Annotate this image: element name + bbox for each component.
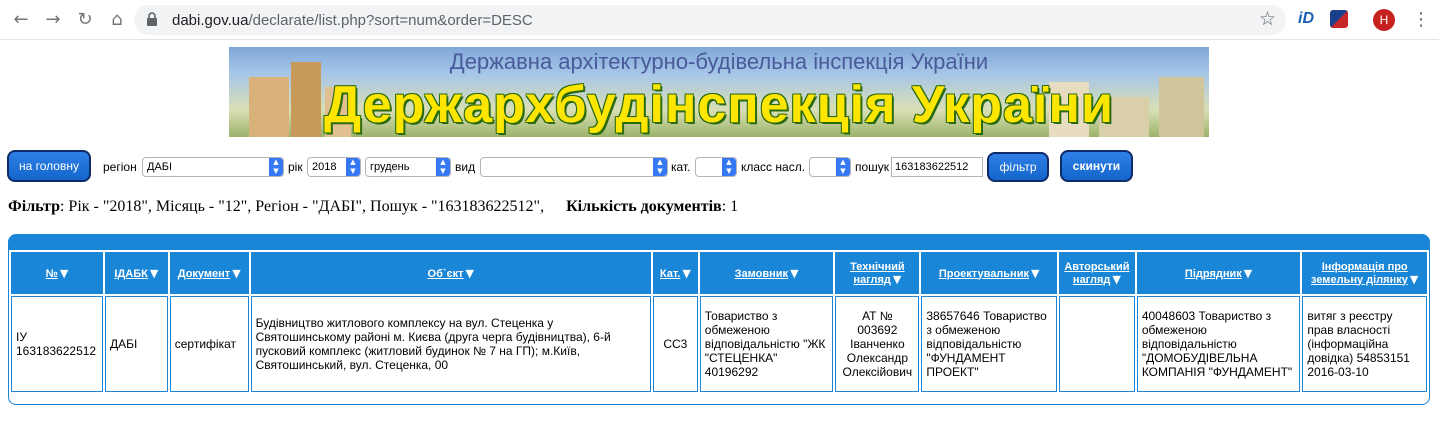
- url-text: dabi.gov.ua/declarate/list.php?sort=num&…: [172, 12, 533, 29]
- cell-num: ІУ 163183622512: [11, 296, 103, 392]
- chevron-updown-icon: ▲ ▼: [653, 158, 667, 176]
- reload-icon[interactable]: ↻: [74, 9, 96, 31]
- menu-dots-icon[interactable]: ⋮: [1412, 9, 1430, 31]
- sort-down-icon: ▼: [465, 266, 474, 280]
- column-header-tech-supervision[interactable]: Технічний нагляд ▼: [835, 252, 920, 294]
- banner-title: Держархбудінспекція України: [324, 76, 1114, 134]
- cell-category: СС3: [652, 296, 698, 392]
- column-header-category[interactable]: Кат. ▼: [652, 252, 698, 294]
- chevron-updown-icon: ▲ ▼: [836, 158, 850, 176]
- sort-down-icon: ▼: [790, 266, 799, 280]
- sort-down-icon: ▼: [59, 266, 69, 280]
- region-select[interactable]: ДАБІ ▲ ▼: [142, 157, 284, 177]
- cell-designer: 38657646 Товариство з обмеженою відповід…: [921, 296, 1057, 392]
- home-button[interactable]: на головну: [7, 150, 91, 182]
- column-header-land-info[interactable]: Інформація про земельну ділянку ▼: [1302, 252, 1427, 294]
- declarations-table: № ▼ ІДАБК ▼ Документ ▼ Об`єкт ▼ Кат. ▼ Замовн…: [8, 250, 1430, 394]
- chevron-updown-icon: ▲ ▼: [436, 158, 450, 176]
- sort-down-icon: ▼: [1409, 272, 1419, 286]
- cat-label: кат.: [671, 160, 691, 174]
- reset-button[interactable]: скинути: [1060, 150, 1133, 182]
- sort-down-icon: ▼: [892, 272, 902, 286]
- year-select[interactable]: 2018 ▲ ▼: [307, 157, 361, 177]
- column-header-author-supervision[interactable]: Авторський нагляд ▼: [1058, 252, 1135, 294]
- banner-subtitle: Державна архітектурно-будівельна інспекц…: [449, 49, 989, 74]
- month-value: грудень: [370, 161, 410, 173]
- chevron-updown-icon: ▲ ▼: [269, 158, 283, 176]
- table-row: ІУ 163183622512 ДАБІ сертифікат Будівниц…: [11, 296, 1427, 392]
- address-bar[interactable]: dabi.gov.ua/declarate/list.php?sort=num&…: [134, 5, 1286, 35]
- table-bottom-border: [8, 392, 1430, 405]
- column-header-object[interactable]: Об`єкт ▼: [250, 252, 651, 294]
- home-icon[interactable]: ⌂: [106, 9, 128, 31]
- column-header-document[interactable]: Документ ▼: [169, 252, 249, 294]
- star-icon[interactable]: ☆: [1259, 8, 1276, 30]
- back-arrow-icon[interactable]: ←: [10, 9, 32, 31]
- chevron-updown-icon: ▲ ▼: [722, 158, 736, 176]
- document-count-value: : 1: [721, 198, 739, 215]
- column-header-customer[interactable]: Замовник ▼: [699, 252, 834, 294]
- search-input[interactable]: 163183622512: [891, 157, 983, 177]
- year-label: рік: [288, 160, 303, 174]
- cell-contractor: 40048603 Товариство з обмеженою відповід…: [1136, 296, 1301, 392]
- chevron-updown-icon: ▲ ▼: [346, 158, 360, 176]
- cat-select[interactable]: ▲ ▼: [695, 157, 737, 177]
- column-header-contractor[interactable]: Підрядник ▼: [1136, 252, 1301, 294]
- cell-land-info: витяг з реєстру прав власності (інформац…: [1302, 296, 1427, 392]
- sort-down-icon: ▼: [149, 266, 159, 280]
- cell-object: Будівництво житлового комплексу на вул. …: [250, 296, 651, 392]
- filter-summary-label: Фільтр: [8, 198, 60, 215]
- avatar[interactable]: H: [1373, 9, 1395, 31]
- cell-customer: Товариство з обмеженою відповідальністю …: [699, 296, 834, 392]
- forward-arrow-icon[interactable]: →: [42, 9, 64, 31]
- search-label: пошук: [855, 160, 890, 174]
- month-select[interactable]: грудень ▲ ▼: [365, 157, 451, 177]
- sort-down-icon: ▼: [1030, 266, 1040, 280]
- cell-author-supervision: [1058, 296, 1135, 392]
- site-banner: Державна архітектурно-будівельна інспекц…: [229, 47, 1209, 137]
- filter-summary: Фільтр: Рік - "2018", Місяць - "12", Рег…: [8, 198, 738, 216]
- extension-id-icon[interactable]: iD: [1298, 10, 1314, 28]
- cell-document: сертифікат: [169, 296, 249, 392]
- column-header-idabk[interactable]: ІДАБК ▼: [104, 252, 168, 294]
- table-header-row: № ▼ ІДАБК ▼ Документ ▼ Об`єкт ▼ Кат. ▼ Замовн…: [11, 252, 1427, 294]
- sort-down-icon: ▼: [1112, 272, 1121, 286]
- column-header-designer[interactable]: Проектувальник ▼: [921, 252, 1057, 294]
- type-select[interactable]: ▲ ▼: [480, 157, 668, 177]
- sort-down-icon: ▼: [1243, 266, 1253, 280]
- sort-down-icon: ▼: [232, 266, 241, 280]
- document-count-label: Кількість документів: [566, 198, 722, 215]
- filter-summary-text: : Рік - "2018", Місяць - "12", Регіон - …: [59, 198, 545, 215]
- class-select[interactable]: ▲ ▼: [809, 157, 851, 177]
- browser-toolbar: ← → ↻ ⌂ dabi.gov.ua/declarate/list.php?s…: [0, 0, 1439, 40]
- type-label: вид: [455, 160, 476, 174]
- column-header-num[interactable]: № ▼: [11, 252, 103, 294]
- sort-down-icon: ▼: [682, 266, 691, 280]
- region-label: регіон: [103, 160, 137, 174]
- filter-button[interactable]: фільтр: [987, 152, 1049, 182]
- cell-idabk: ДАБІ: [104, 296, 168, 392]
- year-value: 2018: [312, 161, 337, 173]
- class-label: класс насл.: [741, 160, 806, 174]
- extension-icon[interactable]: [1330, 10, 1348, 28]
- lock-icon: [147, 12, 157, 26]
- region-value: ДАБІ: [147, 161, 173, 173]
- cell-tech-supervision: АТ № 003692 Іванченко Олександр Олексійо…: [835, 296, 920, 392]
